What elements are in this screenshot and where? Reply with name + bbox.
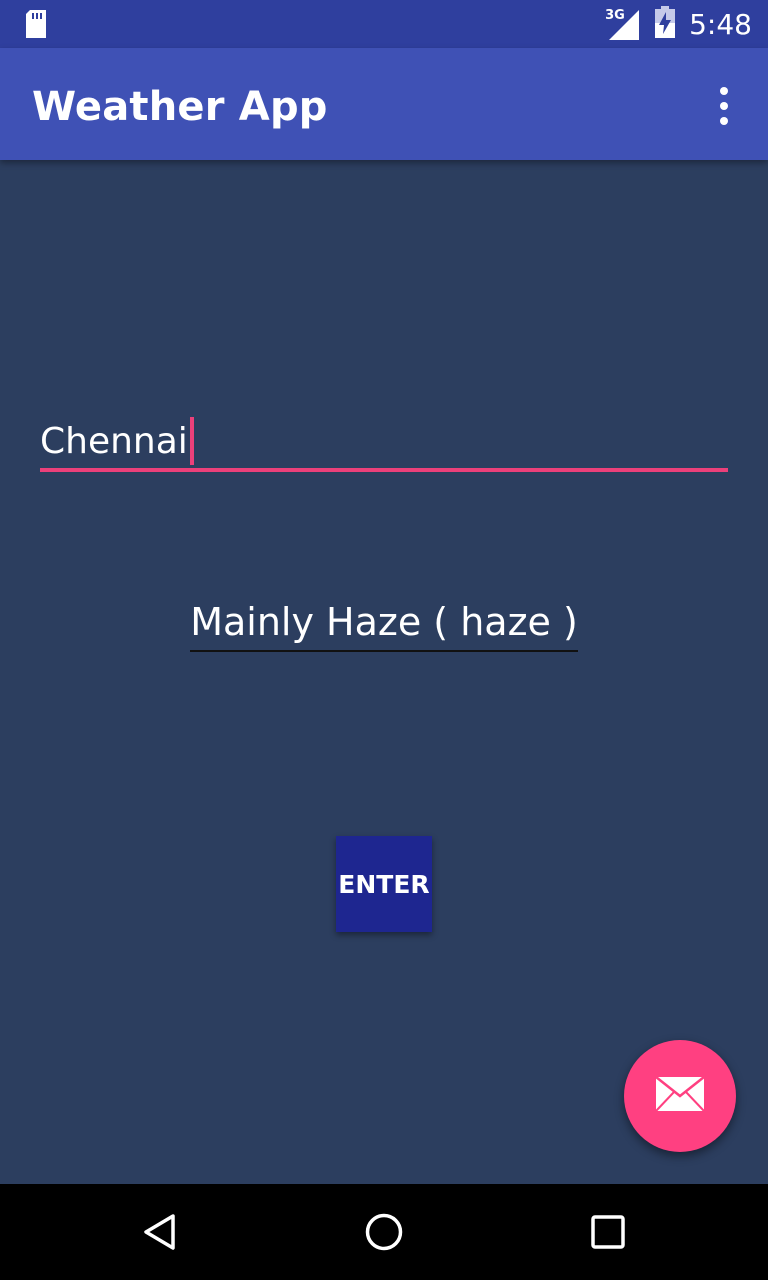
sd-card-icon bbox=[24, 10, 48, 43]
city-input-text: Chennai bbox=[40, 416, 194, 466]
city-input[interactable]: Chennai bbox=[40, 410, 728, 472]
menu-dot bbox=[720, 87, 728, 95]
menu-dot bbox=[720, 102, 728, 110]
weather-description-row: Mainly Haze ( haze ) bbox=[0, 600, 768, 652]
overflow-menu-icon[interactable] bbox=[704, 86, 744, 126]
enter-button[interactable]: ENTER bbox=[336, 836, 432, 932]
weather-description: Mainly Haze ( haze ) bbox=[190, 600, 578, 652]
menu-dot bbox=[720, 117, 728, 125]
mail-fab-button[interactable] bbox=[624, 1040, 736, 1152]
app-title: Weather App bbox=[32, 84, 328, 130]
navigation-bar bbox=[0, 1184, 768, 1280]
status-bar: 3G 5:48 bbox=[0, 0, 768, 48]
app-bar: Weather App bbox=[0, 48, 768, 160]
back-icon[interactable] bbox=[140, 1212, 180, 1257]
home-icon[interactable] bbox=[364, 1212, 404, 1257]
status-icons: 3G 5:48 bbox=[605, 0, 752, 48]
text-cursor bbox=[189, 417, 194, 465]
city-input-value: Chennai bbox=[40, 420, 188, 462]
clock: 5:48 bbox=[689, 7, 752, 41]
mail-icon bbox=[655, 1075, 705, 1117]
battery-charging-icon bbox=[655, 5, 676, 43]
signal-icon: 3G bbox=[605, 6, 641, 42]
recents-icon[interactable] bbox=[590, 1214, 626, 1255]
